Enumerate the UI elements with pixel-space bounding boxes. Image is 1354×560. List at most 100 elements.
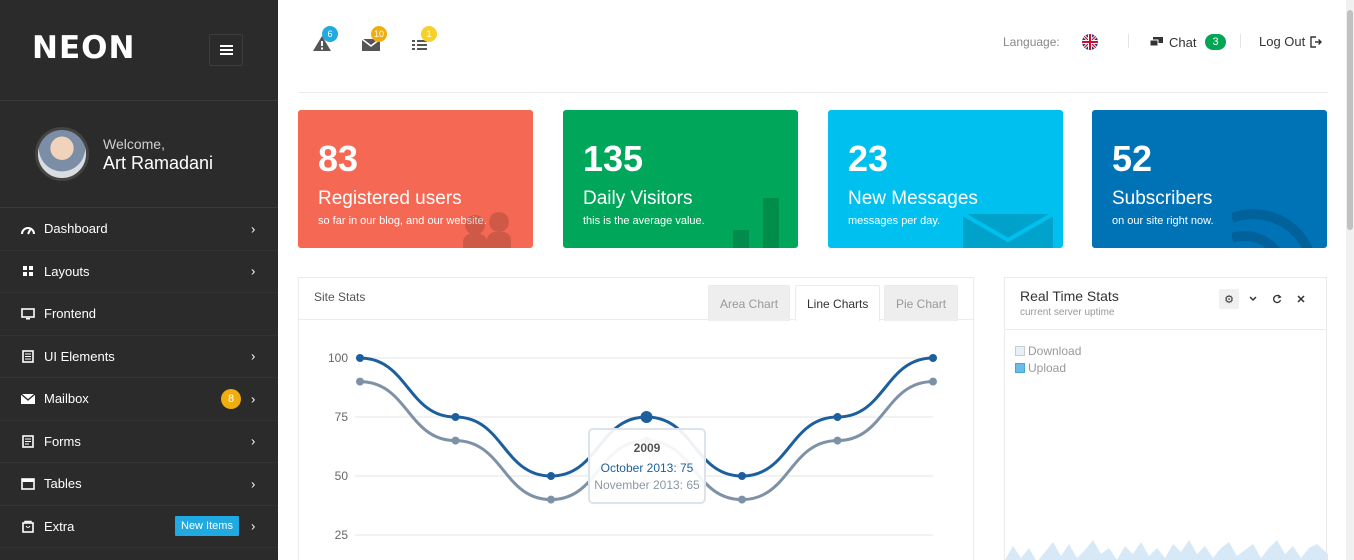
sidebar-item-tables[interactable]: Tables ›: [0, 463, 278, 506]
chevron-right-icon: ›: [251, 263, 256, 279]
tile-new-messages[interactable]: 23 New Messages messages per day.: [828, 110, 1063, 248]
logo-row: NEON: [0, 0, 278, 101]
hamburger-icon: [219, 45, 233, 55]
panel-subtitle: current server uptime: [1020, 307, 1115, 318]
tile-subtitle: messages per day.: [848, 215, 941, 227]
y-tick-label: 100: [328, 351, 348, 365]
chat-button[interactable]: Chat 3: [1150, 34, 1226, 50]
sidebar-item-dashboard[interactable]: Dashboard ›: [0, 208, 278, 251]
top-divider: [298, 92, 1328, 93]
chat-label: Chat: [1169, 34, 1197, 50]
language-label: Language:: [1003, 35, 1060, 49]
sidebar-item-label: Tables: [44, 476, 82, 492]
legend-download[interactable]: Download: [1015, 344, 1081, 358]
chevron-right-icon: ›: [251, 518, 256, 534]
sidebar-item-forms[interactable]: Forms ›: [0, 421, 278, 463]
gear-icon: ⚙: [1224, 293, 1234, 306]
data-point[interactable]: [929, 377, 937, 386]
tile-title: Daily Visitors: [583, 188, 693, 209]
sidebar-item-label: Extra: [44, 518, 75, 534]
rss-icon: [1232, 209, 1313, 248]
panel-title: Real Time Stats: [1020, 288, 1119, 304]
user-block: Welcome, Art Ramadani: [0, 101, 278, 208]
bag-icon: [21, 520, 35, 533]
tile-subtitle: this is the average value.: [583, 215, 705, 227]
menu-toggle-button[interactable]: [209, 34, 243, 66]
tile-title: Registered users: [318, 188, 462, 209]
document-icon: [21, 349, 35, 363]
logout-button[interactable]: Log Out: [1259, 34, 1323, 49]
realtime-area-chart: [1005, 540, 1328, 560]
sidebar-item-ui-elements[interactable]: UI Elements ›: [0, 336, 278, 378]
close-icon: [1297, 295, 1305, 303]
form-icon: [21, 434, 35, 448]
tile-subscribers[interactable]: 52 Subscribers on our site right now.: [1092, 110, 1327, 248]
sidebar-nav: Dashboard › Layouts › Frontend UI Elemen…: [0, 208, 278, 548]
y-tick-label: 75: [335, 410, 349, 424]
legend-swatch: [1015, 346, 1025, 356]
data-point[interactable]: [738, 472, 746, 480]
new-items-badge: New Items: [175, 516, 239, 537]
panel-title: Site Stats: [314, 290, 366, 304]
data-point[interactable]: [451, 436, 460, 445]
sidebar-item-label: Forms: [44, 433, 81, 449]
data-point[interactable]: [547, 495, 555, 504]
tooltip-line-1: October 2013: 75: [600, 461, 694, 475]
data-point[interactable]: [547, 472, 555, 480]
tile-daily-visitors[interactable]: 135 Daily Visitors this is the average v…: [563, 110, 798, 248]
messages-badge: 10: [371, 26, 387, 42]
tooltip-title: 2009: [633, 441, 661, 455]
sidebar-item-layouts[interactable]: Layouts ›: [0, 251, 278, 293]
data-point[interactable]: [833, 436, 842, 445]
tab-pie-chart[interactable]: Pie Chart: [884, 285, 959, 321]
logout-icon: [1310, 35, 1323, 48]
uk-flag-icon[interactable]: [1082, 34, 1098, 50]
panel-header: Real Time Stats current server uptime ⚙: [1005, 278, 1326, 330]
data-point[interactable]: [738, 495, 746, 504]
data-point[interactable]: [929, 354, 937, 362]
tile-title: New Messages: [848, 188, 978, 209]
tile-subtitle: on our site right now.: [1112, 215, 1214, 227]
sidebar-item-frontend[interactable]: Frontend: [0, 293, 278, 336]
avatar[interactable]: [35, 127, 89, 181]
sidebar-item-extra[interactable]: Extra New Items ›: [0, 506, 278, 548]
logo[interactable]: NEON: [32, 30, 135, 66]
sidebar-item-label: UI Elements: [44, 348, 115, 364]
data-point[interactable]: [833, 413, 842, 421]
user-name[interactable]: Art Ramadani: [103, 153, 213, 174]
legend-label: Upload: [1028, 361, 1067, 375]
tile-value: 52: [1112, 138, 1153, 179]
data-point[interactable]: [356, 354, 364, 362]
mailbox-count-badge: 8: [221, 388, 241, 409]
separator: [1240, 34, 1241, 48]
legend-upload[interactable]: Upload: [1015, 361, 1066, 375]
tab-line-charts[interactable]: Line Charts: [795, 285, 881, 321]
sidebar-item-label: Dashboard: [44, 221, 108, 237]
data-point[interactable]: [640, 411, 653, 423]
settings-button[interactable]: ⚙: [1219, 289, 1239, 309]
welcome-text: Welcome,: [103, 136, 165, 152]
refresh-button[interactable]: [1267, 289, 1287, 309]
tile-registered-users[interactable]: 83 Registered users so far in our blog, …: [298, 110, 533, 248]
data-point[interactable]: [451, 413, 460, 421]
y-tick-label: 25: [335, 528, 349, 542]
collapse-button[interactable]: [1243, 289, 1263, 309]
scrollbar-thumb[interactable]: [1347, 10, 1353, 230]
envelope-icon: [961, 212, 1055, 248]
tab-area-chart[interactable]: Area Chart: [708, 285, 791, 321]
data-point[interactable]: [356, 377, 364, 386]
tooltip-line-2: November 2013: 65: [594, 478, 700, 492]
tile-value: 23: [848, 138, 889, 179]
sidebar-item-mailbox[interactable]: Mailbox 8 ›: [0, 378, 278, 421]
tile-title: Subscribers: [1112, 188, 1213, 209]
chart-tooltip: 2009 October 2013: 75 November 2013: 65: [588, 428, 706, 504]
chat-badge: 3: [1205, 34, 1226, 50]
tile-value: 83: [318, 138, 359, 179]
sidebar: NEON Welcome, Art Ramadani Dashboard › L…: [0, 0, 278, 560]
chevron-right-icon: ›: [251, 476, 256, 492]
site-stats-panel: Site Stats Area Chart Line Charts Pie Ch…: [298, 277, 974, 560]
realtime-stats-panel: Real Time Stats current server uptime ⚙ …: [1004, 277, 1328, 560]
chevron-down-icon: [1249, 296, 1257, 302]
sidebar-item-label: Layouts: [44, 263, 90, 279]
close-button[interactable]: [1291, 289, 1311, 309]
